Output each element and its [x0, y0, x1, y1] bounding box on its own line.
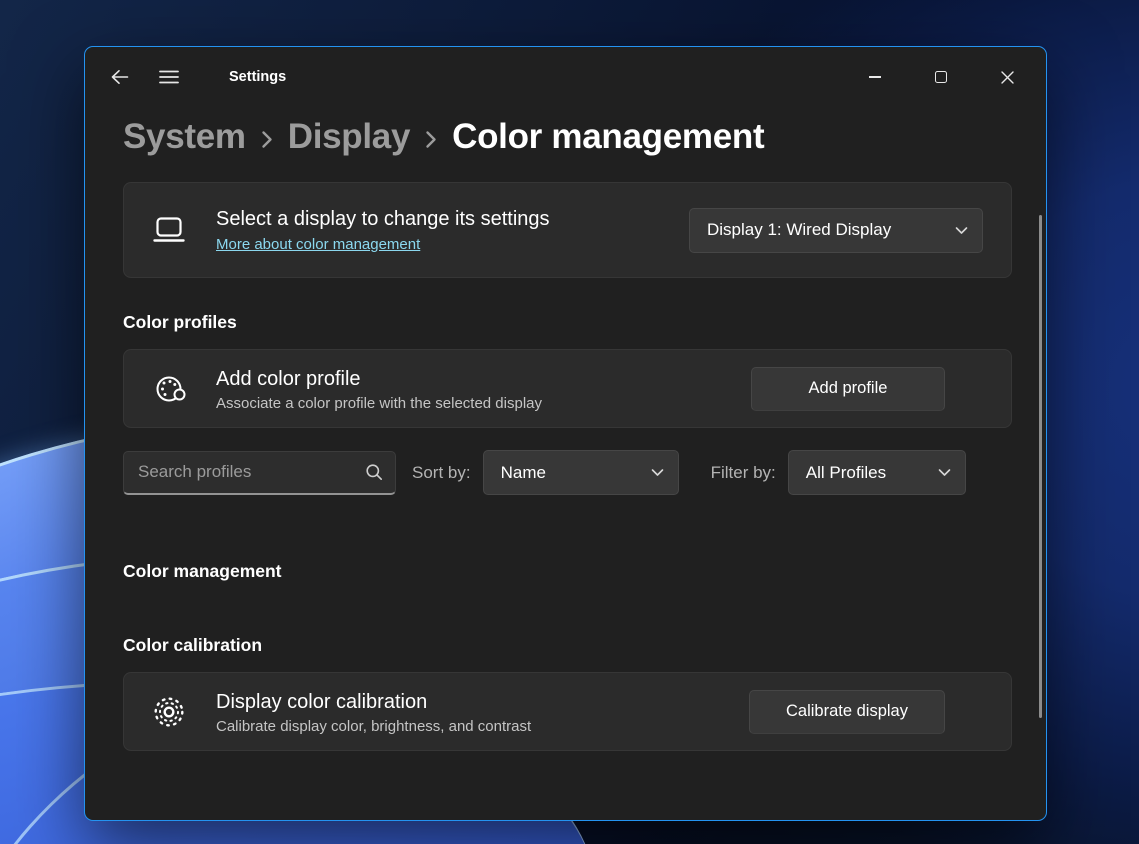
- page-content: System Display Color management Select a…: [85, 117, 1046, 751]
- profiles-toolbar: Sort by: Name Filter by: All Profiles: [123, 450, 1012, 495]
- search-input[interactable]: [128, 462, 365, 482]
- sort-by-value: Name: [501, 463, 546, 483]
- add-color-profile-subtitle: Associate a color profile with the selec…: [216, 395, 751, 412]
- vertical-scrollbar[interactable]: [1039, 215, 1042, 718]
- chevron-down-icon: [651, 468, 664, 477]
- navigation-menu-button[interactable]: [149, 60, 189, 94]
- search-icon[interactable]: [365, 463, 383, 481]
- filter-by-label: Filter by:: [711, 463, 776, 483]
- calibrate-display-button[interactable]: Calibrate display: [749, 690, 945, 734]
- search-box: [123, 451, 396, 495]
- display-color-calibration-texts: Display color calibration Calibrate disp…: [216, 689, 749, 735]
- add-color-profile-title: Add color profile: [216, 366, 751, 392]
- sort-by-label: Sort by:: [412, 463, 471, 483]
- color-profiles-heading: Color profiles: [123, 312, 1012, 333]
- display-selector-title: Select a display to change its settings: [216, 206, 689, 232]
- breadcrumb-item-system[interactable]: System: [123, 117, 246, 157]
- settings-window: Settings System Display: [84, 46, 1047, 821]
- hamburger-icon: [159, 69, 179, 85]
- chevron-right-icon: [261, 125, 273, 150]
- display-selector-texts: Select a display to change its settings …: [216, 206, 689, 254]
- display-color-calibration-subtitle: Calibrate display color, brightness, and…: [216, 718, 749, 735]
- chevron-down-icon: [955, 226, 968, 235]
- sort-by-dropdown[interactable]: Name: [483, 450, 679, 495]
- window-controls: [842, 47, 1040, 107]
- display-color-calibration-title: Display color calibration: [216, 689, 749, 715]
- close-button[interactable]: [974, 47, 1040, 107]
- maximize-button[interactable]: [908, 47, 974, 107]
- minimize-button[interactable]: [842, 47, 908, 107]
- maximize-icon: [935, 71, 947, 83]
- add-color-profile-texts: Add color profile Associate a color prof…: [216, 366, 751, 412]
- chevron-down-icon: [938, 468, 951, 477]
- minimize-icon: [869, 76, 881, 78]
- breadcrumb: System Display Color management: [123, 117, 1012, 157]
- display-selector-card: Select a display to change its settings …: [123, 182, 1012, 278]
- chevron-right-icon: [425, 125, 437, 150]
- app-title: Settings: [229, 69, 286, 85]
- filter-by-value: All Profiles: [806, 463, 886, 483]
- palette-icon: [150, 372, 188, 406]
- brightness-icon: [150, 695, 188, 729]
- color-calibration-heading: Color calibration: [123, 635, 1012, 656]
- close-icon: [1001, 71, 1014, 84]
- display-selector-value: Display 1: Wired Display: [707, 220, 891, 240]
- display-selector-dropdown[interactable]: Display 1: Wired Display: [689, 208, 983, 253]
- breadcrumb-item-display[interactable]: Display: [288, 117, 410, 157]
- color-management-help-link[interactable]: More about color management: [216, 236, 420, 253]
- color-management-heading: Color management: [123, 561, 1012, 582]
- back-button[interactable]: [99, 60, 139, 94]
- add-profile-button[interactable]: Add profile: [751, 367, 945, 411]
- laptop-icon: [150, 214, 188, 246]
- filter-by-dropdown[interactable]: All Profiles: [788, 450, 966, 495]
- add-color-profile-card: Add color profile Associate a color prof…: [123, 349, 1012, 428]
- page-title: Color management: [452, 117, 764, 157]
- titlebar: Settings: [85, 47, 1046, 107]
- back-arrow-icon: [110, 69, 129, 85]
- display-color-calibration-card: Display color calibration Calibrate disp…: [123, 672, 1012, 751]
